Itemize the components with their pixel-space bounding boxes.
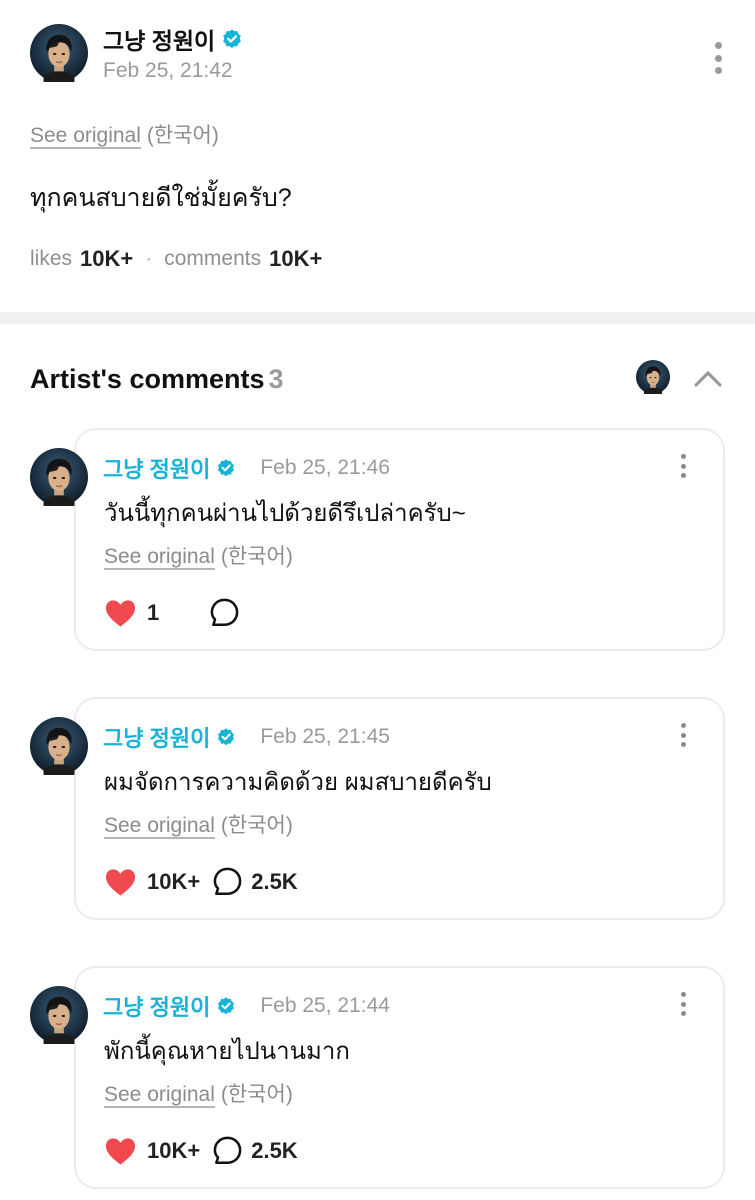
reply-count: 2.5K xyxy=(251,1137,298,1163)
comment-actions: 10K+ 2.5K xyxy=(104,866,298,897)
see-original: See original (한국어) xyxy=(104,1078,293,1108)
original-language: (한국어) xyxy=(220,545,293,568)
comment-header: 그냥 정원이 Feb 25, 21:44 xyxy=(103,990,390,1022)
comment-body: วันนี้ทุกคนผ่านไปด้วยดีรึเปล่าครับ~ xyxy=(104,500,466,527)
like-count: 10K+ xyxy=(147,1137,201,1163)
post-body: ทุกคนสบายดีใช่มั้ยครับ? xyxy=(30,184,292,212)
verified-badge-icon xyxy=(221,28,243,50)
verified-badge-icon xyxy=(216,727,236,747)
verified-badge-icon xyxy=(216,996,236,1016)
like-count: 1 xyxy=(147,599,160,625)
chevron-up-icon[interactable] xyxy=(692,366,724,390)
comment-timestamp: Feb 25, 21:45 xyxy=(260,725,390,748)
comment-timestamp: Feb 25, 21:46 xyxy=(260,456,390,479)
comment-author[interactable]: 그냥 정원이 xyxy=(103,721,210,753)
avatar[interactable] xyxy=(30,448,88,506)
heart-icon[interactable] xyxy=(104,1136,137,1166)
see-original: See original (한국어) xyxy=(30,119,219,149)
section-title: Artist's comments 3 xyxy=(30,364,284,395)
comment-actions: 10K+ 2.5K xyxy=(104,1135,298,1166)
see-original: See original (한국어) xyxy=(104,540,293,570)
avatar[interactable] xyxy=(30,717,88,775)
see-original: See original (한국어) xyxy=(104,809,293,839)
comments-count[interactable]: 10K+ xyxy=(269,246,322,272)
comment-header: 그냥 정원이 Feb 25, 21:46 xyxy=(103,452,390,484)
avatar[interactable] xyxy=(30,986,88,1044)
comment-item: 그냥 정원이 Feb 25, 21:46 วันนี้ทุกคนผ่านไปด้… xyxy=(0,428,755,654)
author-name[interactable]: 그냥 정원이 xyxy=(103,22,215,56)
original-language: (한국어) xyxy=(146,124,219,147)
comments-label: comments xyxy=(164,247,262,270)
more-options-icon[interactable] xyxy=(678,992,688,1016)
comment-count: 3 xyxy=(268,364,284,394)
original-language: (한국어) xyxy=(220,814,293,837)
comment-timestamp: Feb 25, 21:44 xyxy=(260,994,390,1017)
see-original-link[interactable]: See original xyxy=(104,545,215,569)
heart-icon[interactable] xyxy=(104,598,137,628)
artist-comments-header: Artist's comments 3 xyxy=(0,324,755,424)
reply-count: 2.5K xyxy=(251,868,298,894)
see-original-link[interactable]: See original xyxy=(104,1083,215,1107)
comment-item: 그냥 정원이 Feb 25, 21:44 พักนี้คุณหายไปนานมา… xyxy=(0,966,755,1192)
post-timestamp: Feb 25, 21:42 xyxy=(103,59,233,82)
speech-bubble-icon[interactable] xyxy=(209,597,240,628)
post: 그냥 정원이 Feb 25, 21:42 See original (한국어) … xyxy=(0,0,755,312)
speech-bubble-icon[interactable] xyxy=(212,866,243,897)
comment-author[interactable]: 그냥 정원이 xyxy=(103,452,210,484)
speech-bubble-icon[interactable] xyxy=(212,1135,243,1166)
see-original-link[interactable]: See original xyxy=(104,814,215,838)
verified-badge-icon xyxy=(216,458,236,478)
comment-card: 그냥 정원이 Feb 25, 21:46 วันนี้ทุกคนผ่านไปด้… xyxy=(74,428,725,651)
comment-author[interactable]: 그냥 정원이 xyxy=(103,990,210,1022)
comment-body: พักนี้คุณหายไปนานมาก xyxy=(104,1038,350,1065)
comment-body: ผมจัดการความคิดด้วย ผมสบายดีครับ xyxy=(104,769,492,796)
see-original-link[interactable]: See original xyxy=(30,124,141,148)
comment-actions: 1 xyxy=(104,597,248,628)
section-divider xyxy=(0,312,755,324)
stats-separator: · xyxy=(145,247,153,270)
artist-avatar[interactable] xyxy=(636,360,670,394)
post-stats: likes 10K+ · comments 10K+ xyxy=(30,246,322,272)
comment-card: 그냥 정원이 Feb 25, 21:44 พักนี้คุณหายไปนานมา… xyxy=(74,966,725,1189)
more-options-icon[interactable] xyxy=(710,42,726,74)
comment-card: 그냥 정원이 Feb 25, 21:45 ผมจัดการความคิดด้วย… xyxy=(74,697,725,920)
comment-item: 그냥 정원이 Feb 25, 21:45 ผมจัดการความคิดด้วย… xyxy=(0,697,755,923)
like-count: 10K+ xyxy=(147,868,201,894)
likes-count[interactable]: 10K+ xyxy=(80,246,133,272)
likes-label: likes xyxy=(30,247,73,270)
comment-header: 그냥 정원이 Feb 25, 21:45 xyxy=(103,721,390,753)
section-title-text: Artist's comments xyxy=(30,364,265,394)
more-options-icon[interactable] xyxy=(678,723,688,747)
more-options-icon[interactable] xyxy=(678,454,688,478)
post-author: 그냥 정원이 xyxy=(103,22,243,56)
heart-icon[interactable] xyxy=(104,867,137,897)
original-language: (한국어) xyxy=(220,1083,293,1106)
avatar[interactable] xyxy=(30,24,88,82)
